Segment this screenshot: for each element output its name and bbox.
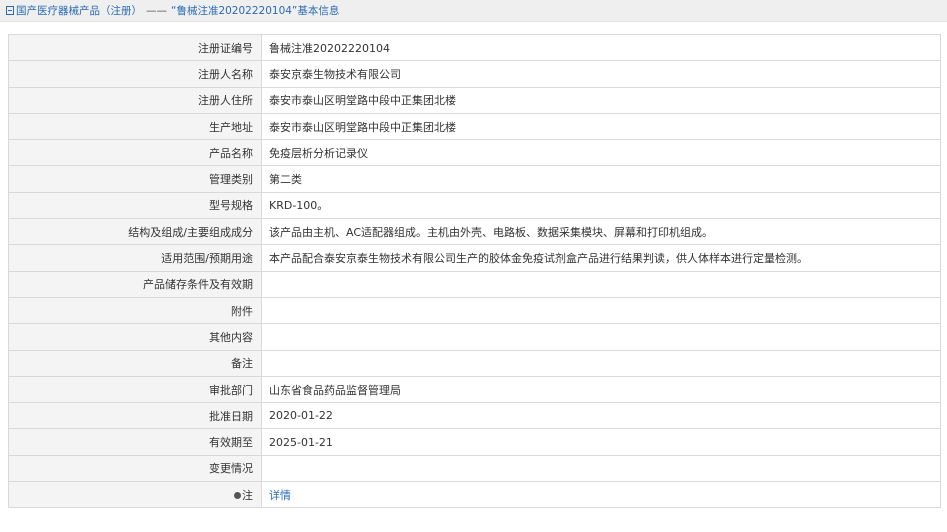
table-row: 适用范围/预期用途 本产品配合泰安京泰生物技术有限公司生产的胶体金免疫试剂盒产品…: [8, 244, 941, 272]
row-label: 审批部门: [8, 375, 262, 404]
row-value: 该产品由主机、AC适配器组成。主机由外壳、电路板、数据采集模块、屏幕和打印机组成…: [261, 218, 941, 246]
row-value: 免疫层析分析记录仪: [261, 139, 941, 167]
row-value: 山东省食品药品监督管理局: [261, 375, 941, 404]
breadcrumb-separator: ——: [146, 4, 167, 17]
row-label: 适用范围/预期用途: [8, 244, 262, 272]
note-value-cell: 详情: [261, 481, 941, 509]
row-label: 其他内容: [8, 323, 262, 351]
row-value: [261, 296, 941, 325]
table-row: 型号规格 KRD-100。: [8, 191, 941, 220]
note-row: 注 详情: [8, 481, 941, 509]
row-label: 结构及组成/主要组成成分: [8, 218, 262, 246]
row-label: 有效期至: [8, 428, 262, 456]
row-label: 变更情况: [8, 454, 262, 483]
row-value: 泰安京泰生物技术有限公司: [261, 60, 941, 88]
table-row: 审批部门 山东省食品药品监督管理局: [8, 375, 941, 404]
table-row: 备注: [8, 349, 941, 377]
row-label: 注册人名称: [8, 60, 262, 88]
table-row: 生产地址 泰安市泰山区明堂路中段中正集团北楼: [8, 112, 941, 141]
table-row: 批准日期 2020-01-22: [8, 402, 941, 430]
row-value: [261, 270, 941, 298]
document-icon: [6, 6, 14, 15]
row-value: 泰安市泰山区明堂路中段中正集团北楼: [261, 86, 941, 114]
row-label: 备注: [8, 349, 262, 377]
pin-icon: [234, 491, 241, 499]
table-row: 附件: [8, 296, 941, 325]
row-value: KRD-100。: [261, 191, 941, 220]
row-label: 产品储存条件及有效期: [8, 270, 262, 298]
table-row: 产品储存条件及有效期: [8, 270, 941, 298]
detail-table: 注册证编号 鲁械注准20202220104 注册人名称 泰安京泰生物技术有限公司…: [8, 33, 941, 509]
row-value: 2025-01-21: [261, 428, 941, 456]
row-label: 注册证编号: [8, 33, 262, 62]
row-value: 鲁械注准20202220104: [261, 33, 941, 62]
table-row: 管理类别 第二类: [8, 165, 941, 193]
table-row: 注册证编号 鲁械注准20202220104: [8, 33, 941, 62]
table-row: 注册人名称 泰安京泰生物技术有限公司: [8, 60, 941, 88]
row-value: 本产品配合泰安京泰生物技术有限公司生产的胶体金免疫试剂盒产品进行结果判读，供人体…: [261, 244, 941, 272]
table-row: 结构及组成/主要组成成分 该产品由主机、AC适配器组成。主机由外壳、电路板、数据…: [8, 218, 941, 246]
row-label: 注册人住所: [8, 86, 262, 114]
table-row: 有效期至 2025-01-21: [8, 428, 941, 456]
note-label: 注: [242, 488, 253, 502]
row-label: 批准日期: [8, 402, 262, 430]
row-value: 2020-01-22: [261, 402, 941, 430]
table-row: 产品名称 免疫层析分析记录仪: [8, 139, 941, 167]
row-label: 生产地址: [8, 112, 262, 141]
row-value: 泰安市泰山区明堂路中段中正集团北楼: [261, 112, 941, 141]
row-label: 产品名称: [8, 139, 262, 167]
note-label-cell: 注: [8, 481, 262, 509]
details-link[interactable]: 详情: [269, 489, 291, 502]
row-label: 附件: [8, 296, 262, 325]
row-value: [261, 323, 941, 351]
row-label: 型号规格: [8, 191, 262, 220]
breadcrumb-category-link[interactable]: 国产医疗器械产品（注册）: [16, 3, 142, 18]
table-row: 变更情况: [8, 454, 941, 483]
row-value: [261, 349, 941, 377]
row-value: 第二类: [261, 165, 941, 193]
breadcrumb: 国产医疗器械产品（注册） —— “鲁械注准20202220104”基本信息: [0, 0, 947, 22]
row-value: [261, 454, 941, 483]
row-label: 管理类别: [8, 165, 262, 193]
breadcrumb-current: “鲁械注准20202220104”基本信息: [171, 5, 340, 17]
table-row: 注册人住所 泰安市泰山区明堂路中段中正集团北楼: [8, 86, 941, 114]
table-row: 其他内容: [8, 323, 941, 351]
